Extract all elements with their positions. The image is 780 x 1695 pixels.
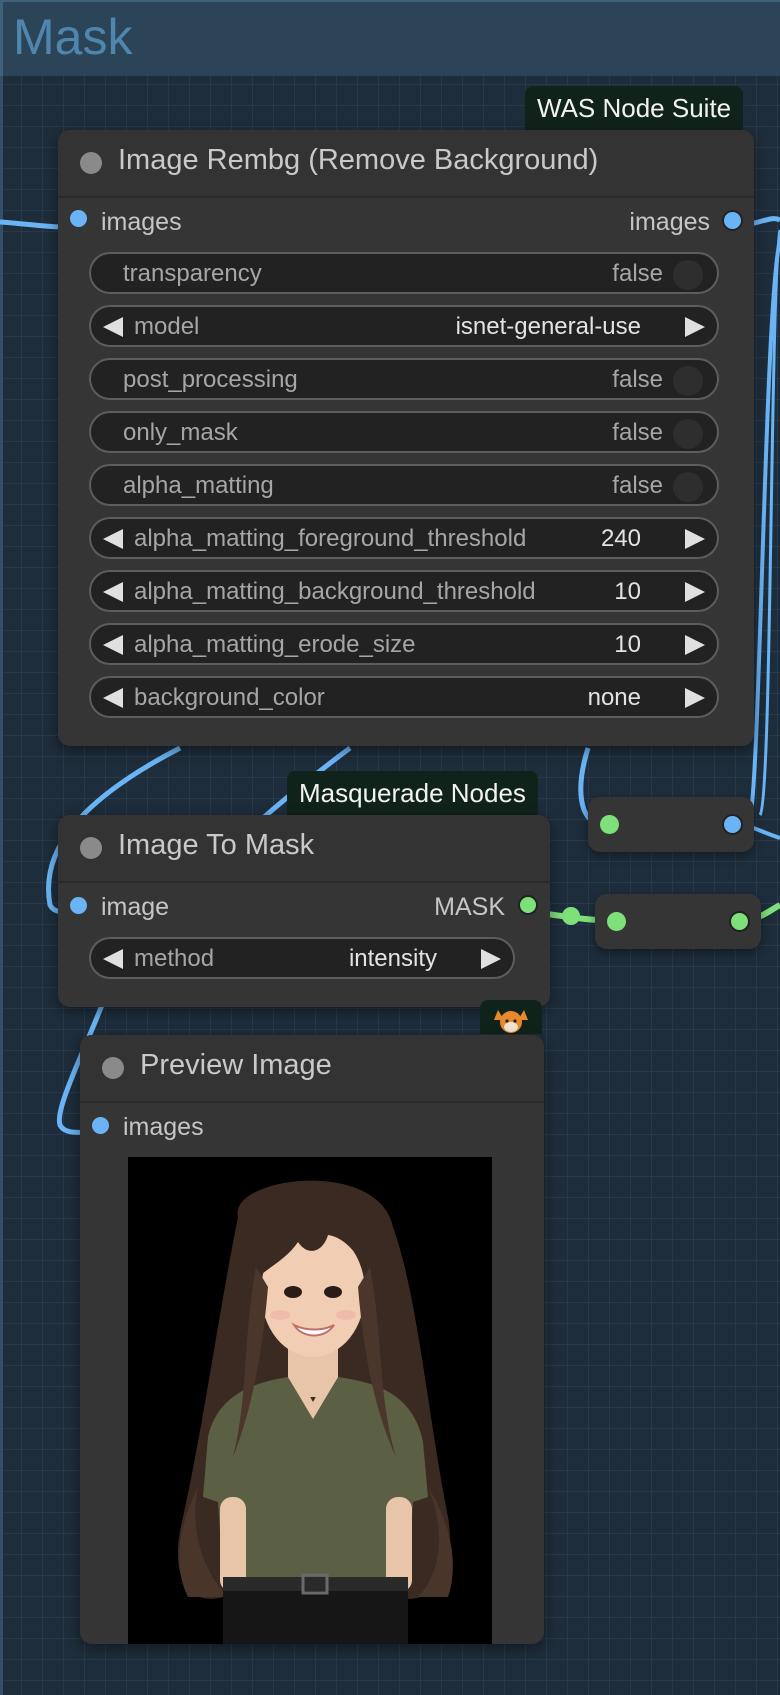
to-mask-title: Image To Mask [118,829,315,861]
preview-output-image[interactable] [128,1157,492,1644]
increment-arrow-icon[interactable] [685,529,705,549]
decrement-arrow-icon[interactable] [103,317,123,337]
to-mask-output-label: MASK [434,893,505,921]
decrement-arrow-icon[interactable] [103,688,123,708]
to-mask-output-port[interactable] [518,895,538,915]
toggle-knob-icon [673,260,703,290]
preview-badge [480,1000,542,1034]
to-mask-input-label: image [101,893,170,921]
link-midpoint [562,907,580,925]
decrement-arrow-icon[interactable] [103,582,123,602]
preview-title: Preview Image [140,1049,332,1081]
alpha-matting-label: alpha_matting [123,472,274,499]
erode-size-label: alpha_matting_erode_size [134,631,416,658]
transparency-label: transparency [123,260,262,287]
fg-threshold-label: alpha_matting_foreground_threshold [134,525,527,552]
decrement-arrow-icon[interactable] [103,529,123,549]
method-combo[interactable]: method intensity [89,937,515,979]
portrait-image [128,1157,492,1644]
fg-threshold-value: 240 [600,525,641,552]
image-to-mask-node[interactable]: Image To Mask image MASK method intensit… [58,815,550,1007]
method-value: intensity [348,945,437,972]
rembg-input-port[interactable] [70,210,87,227]
post-processing-value: false [612,366,663,393]
increment-arrow-icon[interactable] [685,635,705,655]
increment-arrow-icon[interactable] [685,688,705,708]
rembg-input-label: images [101,208,182,236]
alpha-matting-value: false [612,472,663,499]
alpha-matting-toggle[interactable]: alpha_matting false [89,464,719,506]
fox-icon [494,1010,528,1033]
transparency-value: false [612,260,663,287]
rembg-output-port[interactable] [722,210,743,231]
background-color-label: background_color [134,684,325,711]
method-label: method [134,945,215,972]
erode-size-value: 10 [614,631,641,658]
rembg-io-row: images images [58,200,754,246]
bg-threshold-number[interactable]: alpha_matting_background_threshold 10 [89,570,719,612]
post-processing-toggle[interactable]: post_processing false [89,358,719,400]
increment-arrow-icon[interactable] [685,317,705,337]
only-mask-value: false [612,419,663,446]
transparency-toggle[interactable]: transparency false [89,252,719,294]
rembg-node[interactable]: Image Rembg (Remove Background) images i… [58,130,754,746]
preview-image-node[interactable]: Preview Image images [80,1035,544,1644]
decrement-arrow-icon[interactable] [103,949,123,969]
background-color-combo[interactable]: background_color none [89,676,719,718]
model-value: isnet-general-use [455,313,641,340]
toggle-knob-icon [673,419,703,449]
increment-arrow-icon[interactable] [481,949,501,969]
preview-io-row: images [80,1105,544,1151]
reroute-top-input-port[interactable] [600,815,619,834]
collapse-dot[interactable] [80,837,102,859]
collapse-dot[interactable] [80,152,102,174]
reroute-mask-input-port[interactable] [607,912,626,931]
erode-size-number[interactable]: alpha_matting_erode_size 10 [89,623,719,665]
bg-threshold-value: 10 [614,578,641,605]
toggle-knob-icon [673,366,703,396]
decrement-arrow-icon[interactable] [103,635,123,655]
toggle-knob-icon [673,472,703,502]
reroute-top-output-port[interactable] [722,814,743,835]
background-color-value: none [587,684,641,711]
preview-input-label: images [123,1113,204,1141]
rembg-title-bar[interactable]: Image Rembg (Remove Background) [58,130,754,198]
rembg-badge: WAS Node Suite [525,86,744,130]
rembg-title: Image Rembg (Remove Background) [118,144,599,176]
rembg-output-label: images [629,208,710,236]
fg-threshold-number[interactable]: alpha_matting_foreground_threshold 240 [89,517,719,559]
preview-title-bar[interactable]: Preview Image [80,1035,544,1103]
preview-input-port[interactable] [92,1117,109,1134]
only-mask-label: only_mask [123,419,238,446]
model-label: model [134,313,200,340]
reroute-node-mask[interactable] [595,894,761,949]
only-mask-toggle[interactable]: only_mask false [89,411,719,453]
reroute-node-top[interactable] [588,797,754,852]
post-processing-label: post_processing [123,366,298,393]
collapse-dot[interactable] [102,1057,124,1079]
reroute-mask-output-port[interactable] [729,911,750,932]
to-mask-input-port[interactable] [70,897,87,914]
to-mask-badge: Masquerade Nodes [287,771,538,815]
increment-arrow-icon[interactable] [685,582,705,602]
bg-threshold-label: alpha_matting_background_threshold [134,578,536,605]
model-combo[interactable]: model isnet-general-use [89,305,719,347]
to-mask-io-row: image MASK [58,885,550,931]
to-mask-title-bar[interactable]: Image To Mask [58,815,550,883]
